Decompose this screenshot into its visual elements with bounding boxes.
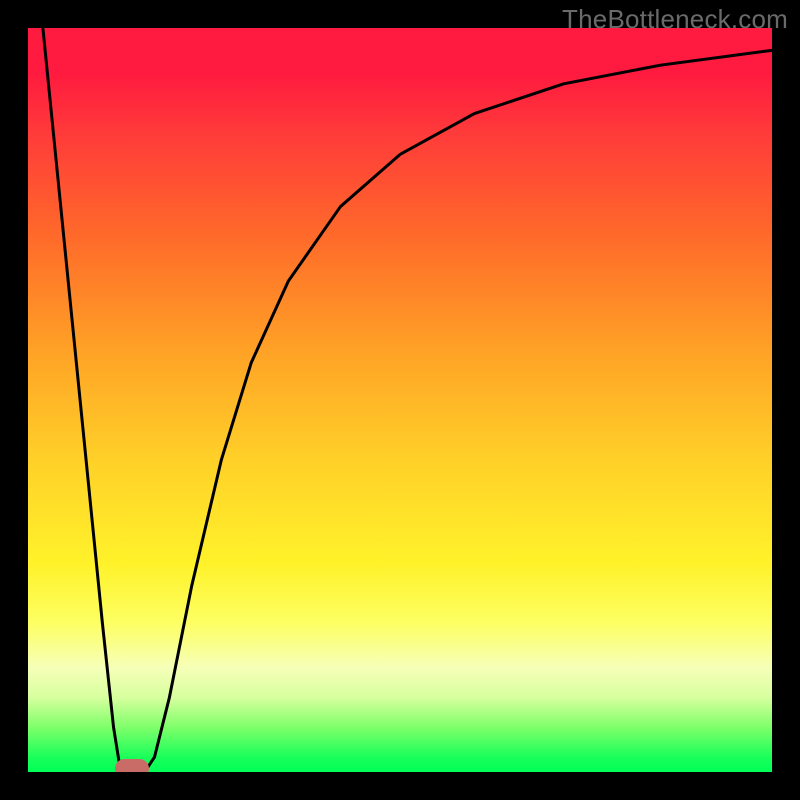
watermark-text: TheBottleneck.com [562,4,788,35]
plot-area [28,28,772,772]
chart-frame: TheBottleneck.com [0,0,800,800]
curve-path [43,28,772,772]
bottleneck-curve [28,28,772,772]
optimal-marker [115,759,148,772]
